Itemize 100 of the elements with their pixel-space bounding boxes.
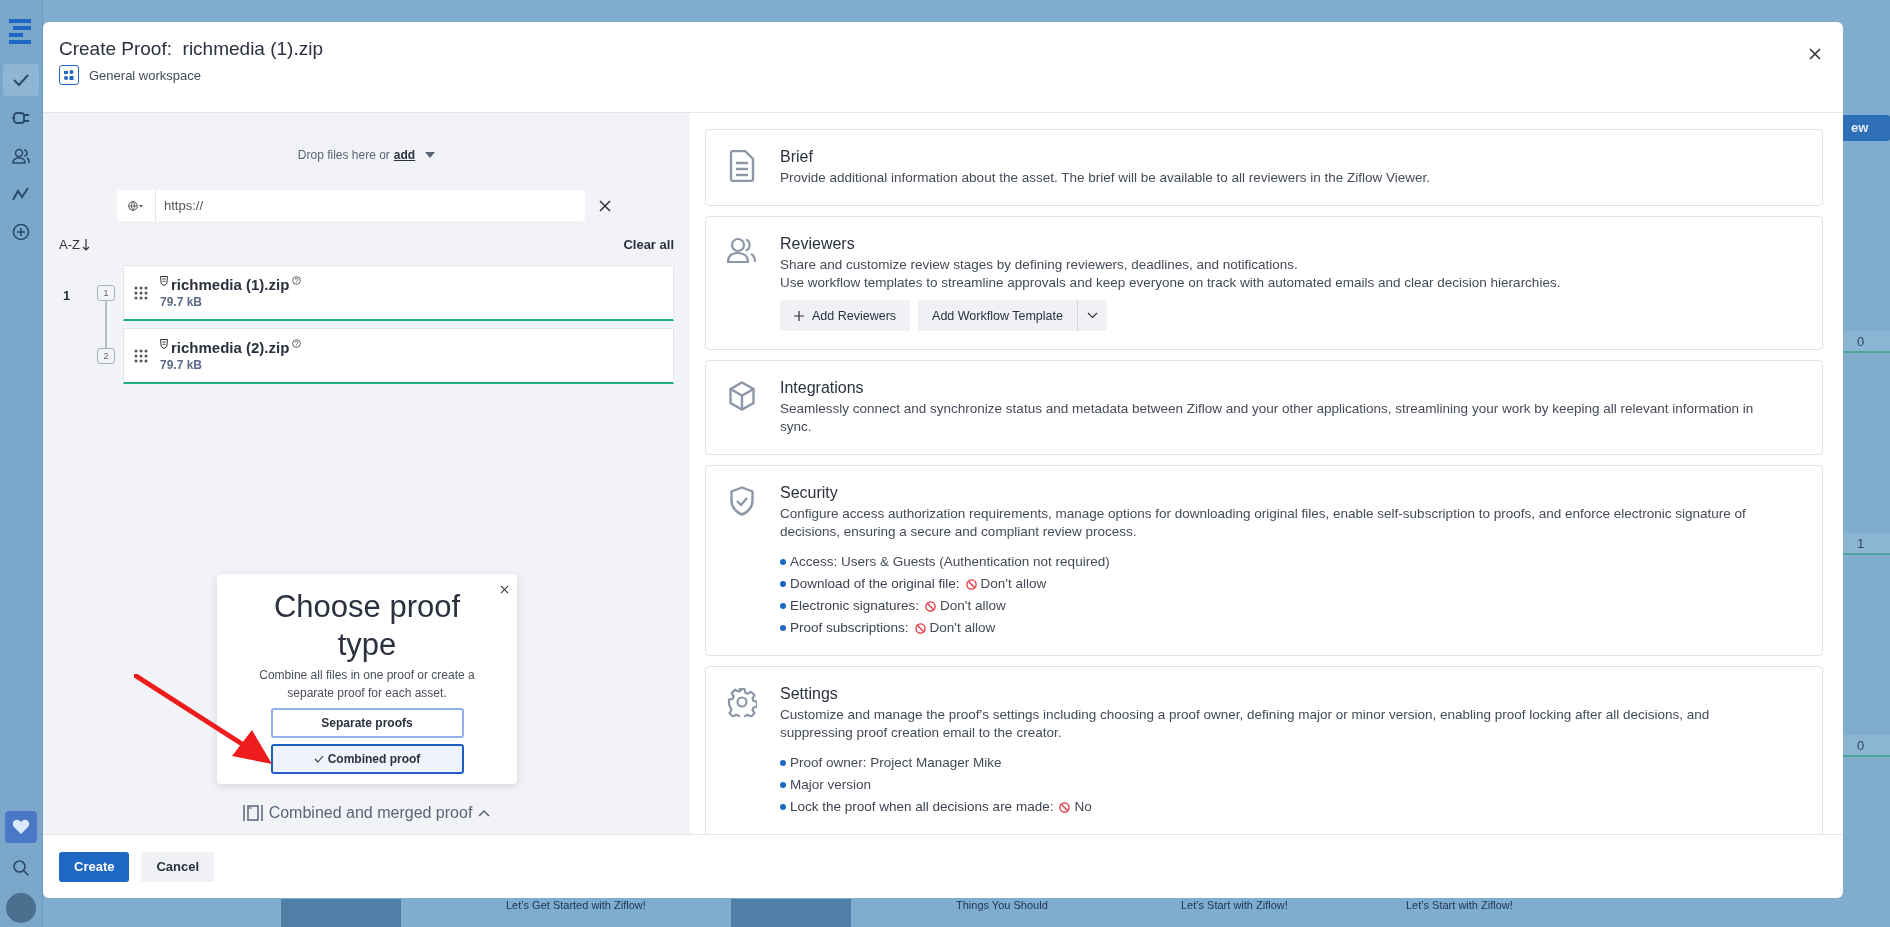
thumbnail-caption: Let’s Start with Ziflow! (1181, 899, 1288, 912)
sidebar-item[interactable] (3, 64, 39, 96)
settings-icon (727, 687, 757, 717)
thumbnail[interactable]: Let’s Get Started with Ziflow! (498, 897, 723, 927)
section-description: Use workflow templates to streamline approvals and keep everyone on track with automated emails and clear decision hierarchies. (780, 274, 1562, 292)
help-icon[interactable] (292, 339, 302, 348)
setting-item: Major version (790, 776, 872, 794)
search-icon[interactable] (12, 859, 30, 877)
bullet-icon (780, 804, 786, 810)
help-icon[interactable] (292, 276, 302, 285)
users-icon (727, 237, 757, 263)
setting-item: Access: Users & Guests (Authentication not required) (790, 553, 1110, 571)
proof-type-option[interactable]: Separate proofs (270, 708, 464, 738)
thumbnail-caption: Things You Should (956, 899, 1048, 912)
chevron-up-icon (478, 809, 491, 817)
prohibited-icon (914, 622, 926, 634)
chevron-down-icon (1086, 312, 1098, 319)
setting-value: No (1074, 798, 1092, 816)
drag-handle-icon[interactable] (134, 285, 148, 300)
section-description: Provide additional information about the asset. The brief will be available to all reviewers in the Ziflow Viewer. (780, 169, 1432, 187)
prohibited-icon (1059, 801, 1071, 813)
add-icon (12, 223, 30, 241)
setting-item: Electronic signatures: (790, 597, 920, 615)
file-size: 79.7 kB (160, 358, 204, 372)
section-description: Share and customize review stages by defining reviewers, deadlines, and notifications. (780, 256, 1299, 274)
section-title: Settings (780, 685, 839, 703)
cube-icon (728, 381, 756, 411)
bullet-icon (780, 782, 786, 788)
drag-handle-icon[interactable] (134, 348, 148, 363)
cancel-button[interactable]: Cancel (141, 851, 215, 882)
bullet-icon (780, 581, 786, 587)
section-description: Configure access authorization requirements, manage options for downloading original files, enable self-subscription to proofs, and enforce electronic signature of decisions, ensuring a secure and compliant review process. (780, 505, 1747, 541)
section-title: Security (780, 484, 839, 502)
globe-dropdown[interactable] (117, 190, 156, 221)
count-label: 0 (1857, 333, 1865, 349)
bullet-icon (780, 760, 786, 766)
layout-icon (242, 804, 263, 822)
close-icon[interactable] (1809, 48, 1821, 60)
avatar-icon[interactable] (6, 893, 36, 923)
html-file-icon (160, 339, 168, 349)
shield-icon (729, 486, 755, 516)
add-workflow-template-button[interactable]: Add Workflow Template (918, 300, 1077, 331)
section-description: Seamlessly connect and synchronize status and metadata between Ziflow and your other applications, streamlining your work by keeping all relevant information in sync. (780, 400, 1755, 436)
file-card[interactable]: richmedia (2).zip 79.7 kB (123, 328, 674, 384)
setting-item: Proof owner: Project Manager Mike (790, 754, 1002, 772)
drop-hint: Drop files here or (297, 148, 390, 162)
caret-icon[interactable] (425, 152, 436, 158)
clear-all-link[interactable]: Clear all (623, 237, 674, 252)
checkmark-icon (313, 755, 324, 763)
thumbnail[interactable]: Things You Should (948, 897, 1173, 927)
sort-button[interactable]: A-Z (59, 237, 90, 252)
proof-type-option[interactable]: Combined proof (270, 744, 464, 774)
section-title: Brief (780, 148, 814, 166)
file-size: 79.7 kB (160, 295, 204, 309)
setting-item: Download of the original file: (790, 575, 960, 593)
thumbnail-caption: Let’s Get Started with Ziflow! (506, 899, 646, 912)
chart-icon (12, 187, 30, 201)
step-badge: 2 (97, 348, 115, 364)
plug-icon (12, 111, 30, 125)
file-name: richmedia (1).zip (171, 276, 290, 293)
thumbnail-caption: Let’s Start with Ziflow! (1406, 899, 1513, 912)
document-icon (729, 150, 755, 182)
close-icon[interactable] (599, 199, 611, 212)
bullet-icon (780, 603, 786, 609)
prohibited-icon (965, 578, 977, 590)
thumbnail[interactable]: Let’s Start with Ziflow! (1173, 897, 1398, 927)
add-link[interactable]: add (393, 148, 416, 162)
html-file-icon (160, 276, 168, 286)
globe-icon (128, 200, 144, 211)
setting-value: Don't allow (929, 619, 996, 637)
view-button[interactable]: ew (1843, 115, 1890, 141)
file-name: richmedia (2).zip (171, 339, 290, 356)
count-label: 1 (1857, 535, 1865, 551)
close-icon[interactable] (500, 585, 509, 594)
group-number: 1 (62, 287, 72, 305)
proof-type-toggle[interactable]: Combined and merged proof (242, 804, 491, 822)
prohibited-icon (925, 600, 937, 612)
section-description: Customize and manage the proof's settings including choosing a proof owner, defining major or minor version, enabling proof locking after all decisions, and suppressing proof creation email to the creator. (780, 706, 1711, 742)
bullet-icon (780, 625, 786, 631)
arrow-down-icon (81, 238, 90, 251)
setting-value: Don't allow (980, 575, 1047, 593)
workspace-label: General workspace (89, 67, 201, 83)
step-badge: 1 (97, 285, 115, 301)
setting-value: Don't allow (940, 597, 1006, 615)
create-button[interactable]: Create (59, 851, 130, 882)
url-field[interactable]: https:// (156, 190, 585, 221)
dialog-title: Create Proof: richmedia (1).zip (59, 38, 323, 60)
file-card[interactable]: richmedia (1).zip 79.7 kB (123, 265, 674, 321)
plus-icon (794, 310, 804, 321)
bullet-icon (780, 559, 786, 565)
users-icon (12, 147, 30, 165)
popup-description: Combine all files in one proof or create a separate proof for each asset. (258, 667, 476, 702)
section-title: Integrations (780, 379, 865, 397)
workspace-icon (59, 65, 79, 85)
setting-item: Proof subscriptions: (790, 619, 909, 637)
add-reviewers-button[interactable]: Add Reviewers (780, 300, 911, 331)
setting-item: Lock the proof when all decisions are made: (790, 798, 1054, 816)
thumbnail[interactable]: Let’s Start with Ziflow! (1398, 897, 1623, 927)
popup-title: Choose proof type (272, 588, 462, 664)
section-title: Reviewers (780, 235, 856, 253)
